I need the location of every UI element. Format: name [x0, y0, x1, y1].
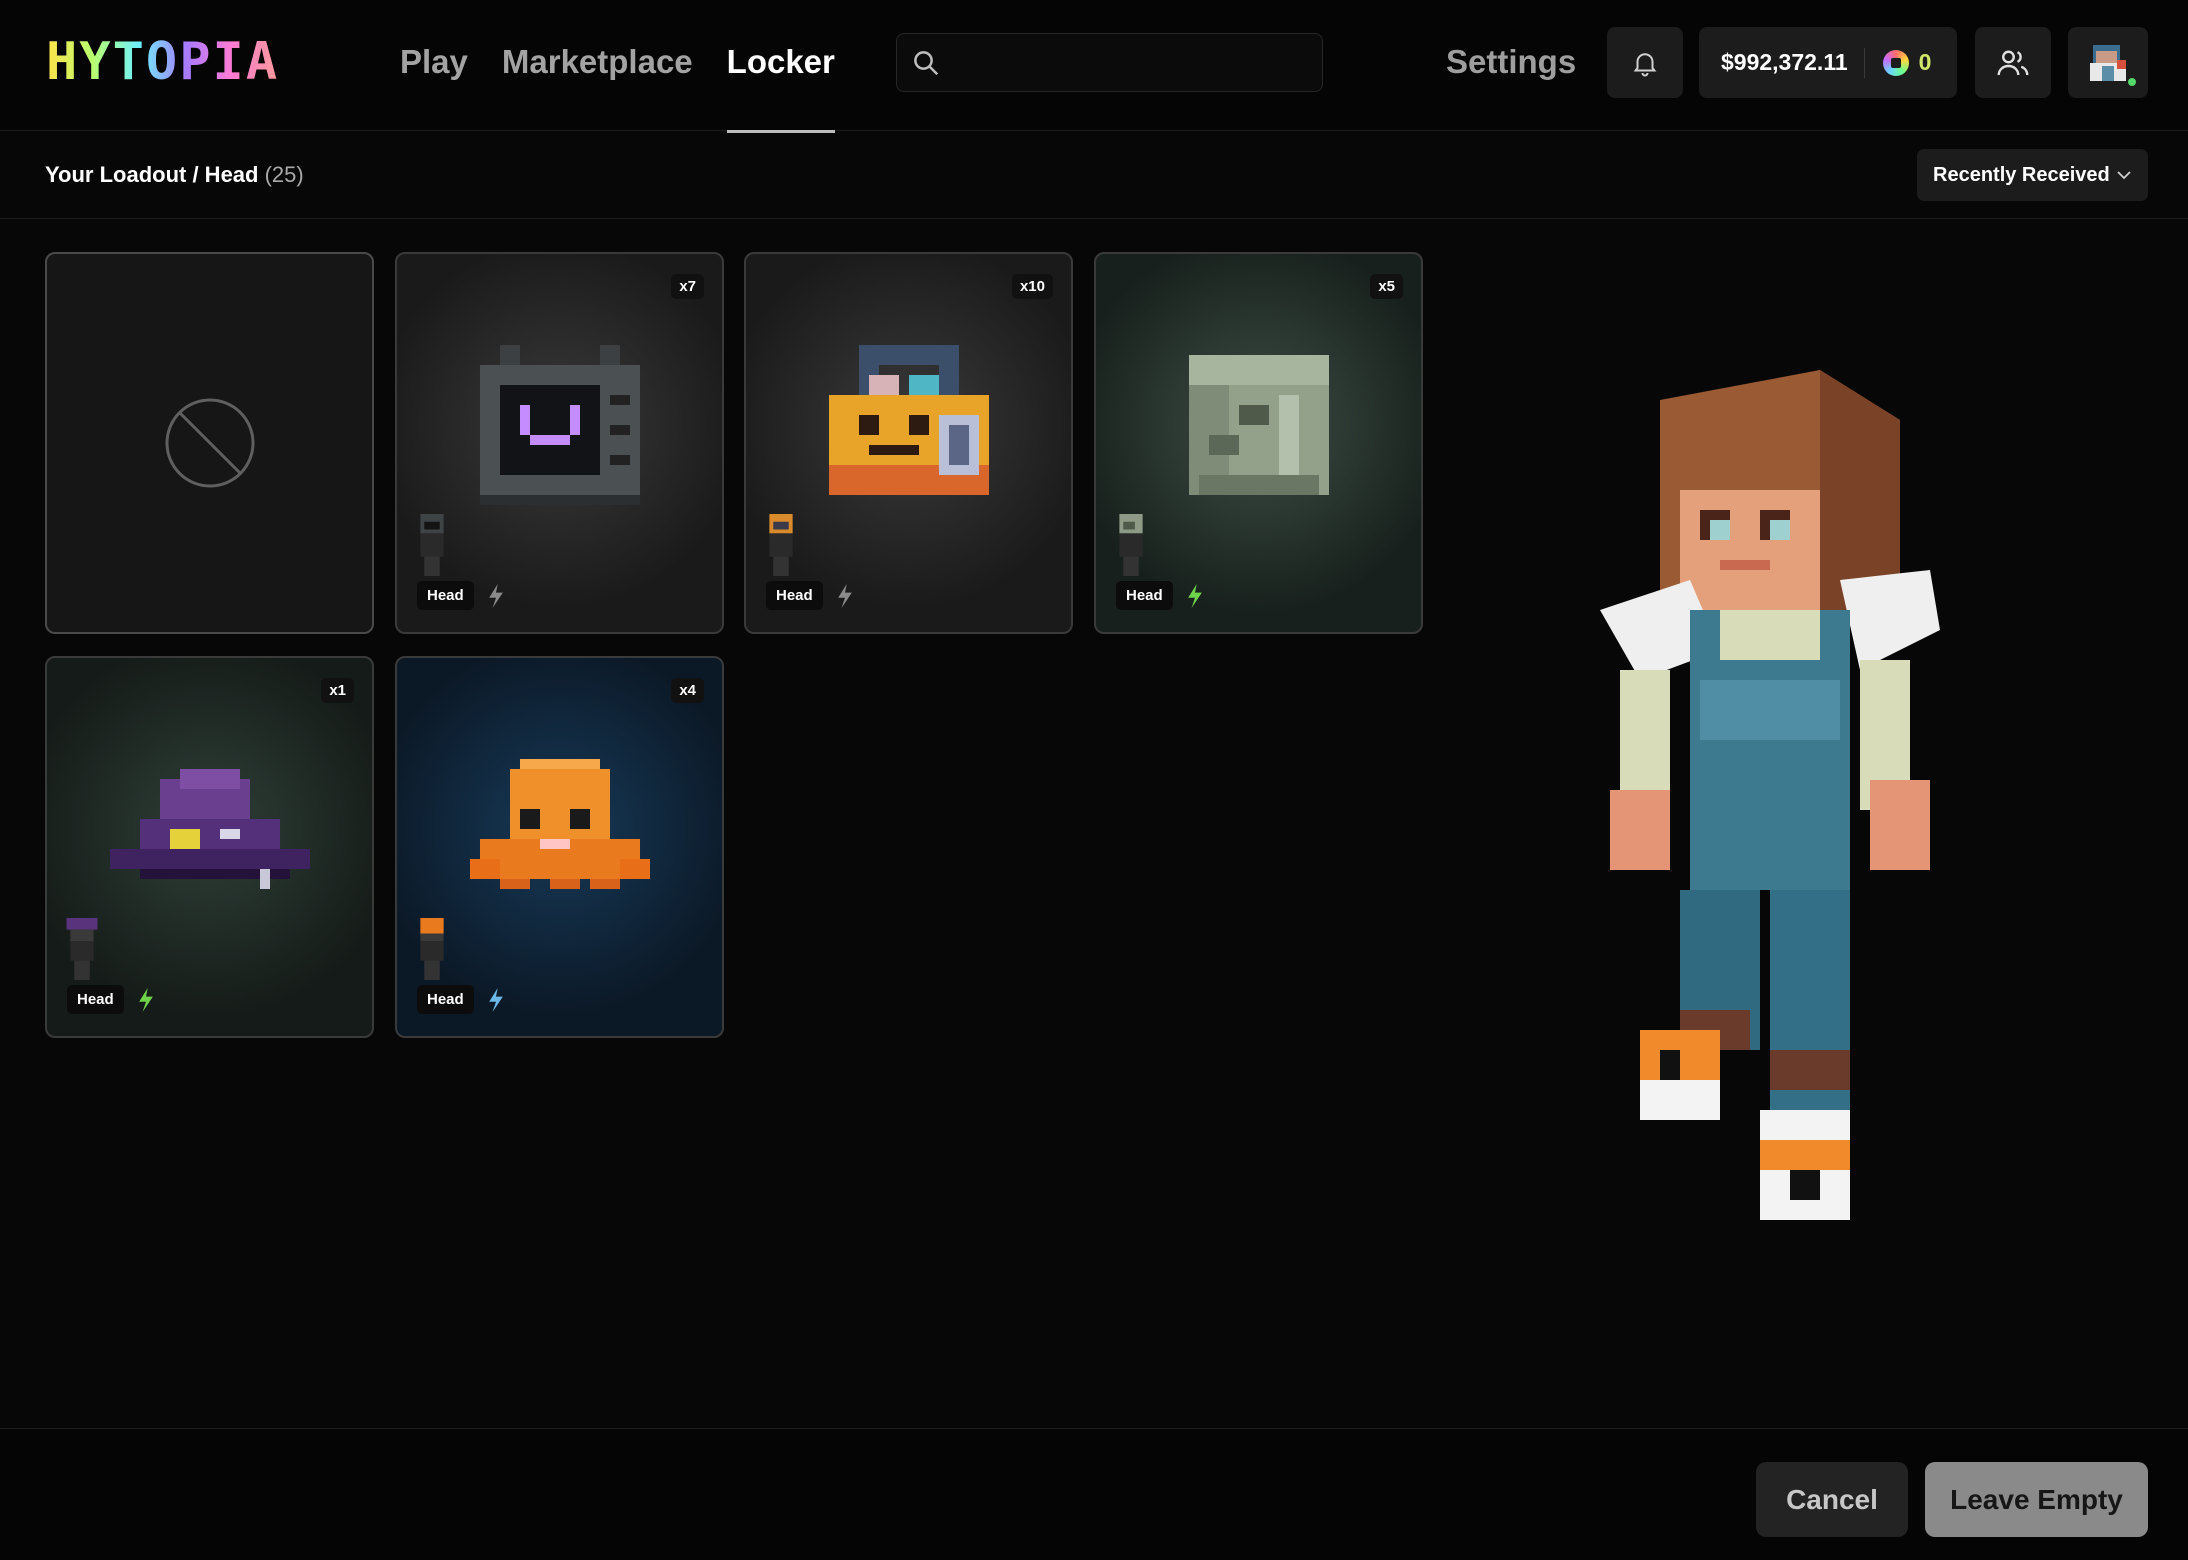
tv-head-icon: [479, 345, 640, 506]
slot-label: Head: [1116, 581, 1173, 610]
bolt-icon: [138, 987, 153, 1012]
ban-icon: [165, 398, 254, 488]
nav-marketplace[interactable]: Marketplace: [502, 40, 693, 90]
bolt-icon: [488, 583, 503, 608]
search-box[interactable]: [896, 33, 1323, 92]
item-card-pumpkin-basket[interactable]: x10 Head: [744, 252, 1073, 634]
friends-button[interactable]: [1975, 27, 2051, 98]
hytopia-logo[interactable]: HYTOPIA: [46, 32, 280, 92]
nav-locker[interactable]: Locker: [726, 40, 836, 133]
slot-tag: Head: [417, 985, 506, 1014]
item-count: (25): [264, 162, 304, 187]
sort-label: Recently Received: [1933, 164, 2110, 186]
quantity-badge: x10: [1011, 274, 1053, 299]
wallet-divider: [1863, 47, 1865, 78]
main-nav: Play Marketplace Locker: [400, 40, 836, 133]
quantity-badge: x4: [671, 678, 704, 703]
nav-play[interactable]: Play: [400, 40, 468, 90]
action-footer: Cancel Leave Empty: [0, 1428, 2188, 1560]
slot-label: Head: [417, 985, 474, 1014]
item-card-tv-head[interactable]: x7 Head: [395, 252, 724, 634]
avatar: [2090, 44, 2126, 81]
item-card-stone-helm[interactable]: x5 Head: [1094, 252, 1423, 634]
mini-character-preview: [1119, 514, 1143, 576]
pumpkin-basket-icon: [828, 345, 989, 496]
users-icon: [1997, 50, 2029, 75]
mini-character-preview: [420, 918, 444, 980]
quantity-badge: x1: [321, 678, 354, 703]
bolt-icon: [1187, 583, 1202, 608]
leave-empty-button[interactable]: Leave Empty: [1925, 1462, 2148, 1537]
online-status-dot: [2126, 76, 2138, 88]
octopus-icon: [469, 759, 650, 890]
mini-character-preview: [769, 514, 793, 576]
slot-label: Head: [67, 985, 124, 1014]
bolt-icon: [837, 583, 852, 608]
slot-tag: Head: [67, 985, 156, 1014]
logo-text: HYTOPIA: [46, 32, 280, 92]
gem-count: 0: [1918, 49, 1932, 75]
item-card-orange-octopus[interactable]: x4 Head: [395, 656, 724, 1038]
notifications-button[interactable]: [1607, 27, 1683, 98]
bolt-icon: [488, 987, 503, 1012]
loadout-toolbar: Your Loadout / Head (25) Recently Receiv…: [0, 132, 2188, 219]
mini-character-preview: [66, 918, 98, 980]
quantity-badge: x7: [671, 274, 704, 299]
slot-label: Head: [417, 581, 474, 610]
search-input[interactable]: [953, 34, 1312, 91]
top-bar: HYTOPIA Play Marketplace Locker Settings…: [0, 0, 2188, 133]
sort-dropdown[interactable]: Recently Received: [1917, 149, 2148, 201]
profile-avatar-button[interactable]: [2068, 27, 2148, 98]
purple-hat-icon: [109, 769, 310, 890]
slot-tag: Head: [766, 581, 855, 610]
balance-amount: $992,372.11: [1721, 49, 1848, 75]
stone-helm-icon: [1188, 355, 1329, 496]
cancel-button[interactable]: Cancel: [1756, 1462, 1908, 1537]
search-icon: [914, 51, 939, 76]
item-card-purple-hat[interactable]: x1 Head: [45, 656, 374, 1038]
slot-label: Head: [766, 581, 823, 610]
slot-tag: Head: [417, 581, 506, 610]
gem-coin-icon: [1882, 49, 1909, 76]
settings-link[interactable]: Settings: [1446, 40, 1576, 84]
empty-slot-card[interactable]: [45, 252, 374, 634]
quantity-badge: x5: [1370, 274, 1403, 299]
breadcrumb: Your Loadout / Head (25): [45, 162, 304, 188]
breadcrumb-path: Your Loadout / Head: [45, 162, 259, 187]
character-preview[interactable]: [1600, 370, 2090, 1230]
bell-icon: [1633, 52, 1657, 76]
mini-character-preview: [420, 514, 444, 576]
slot-tag: Head: [1116, 581, 1205, 610]
chevron-down-icon: [2117, 171, 2131, 180]
wallet-panel[interactable]: $992,372.11 0: [1699, 27, 1957, 98]
